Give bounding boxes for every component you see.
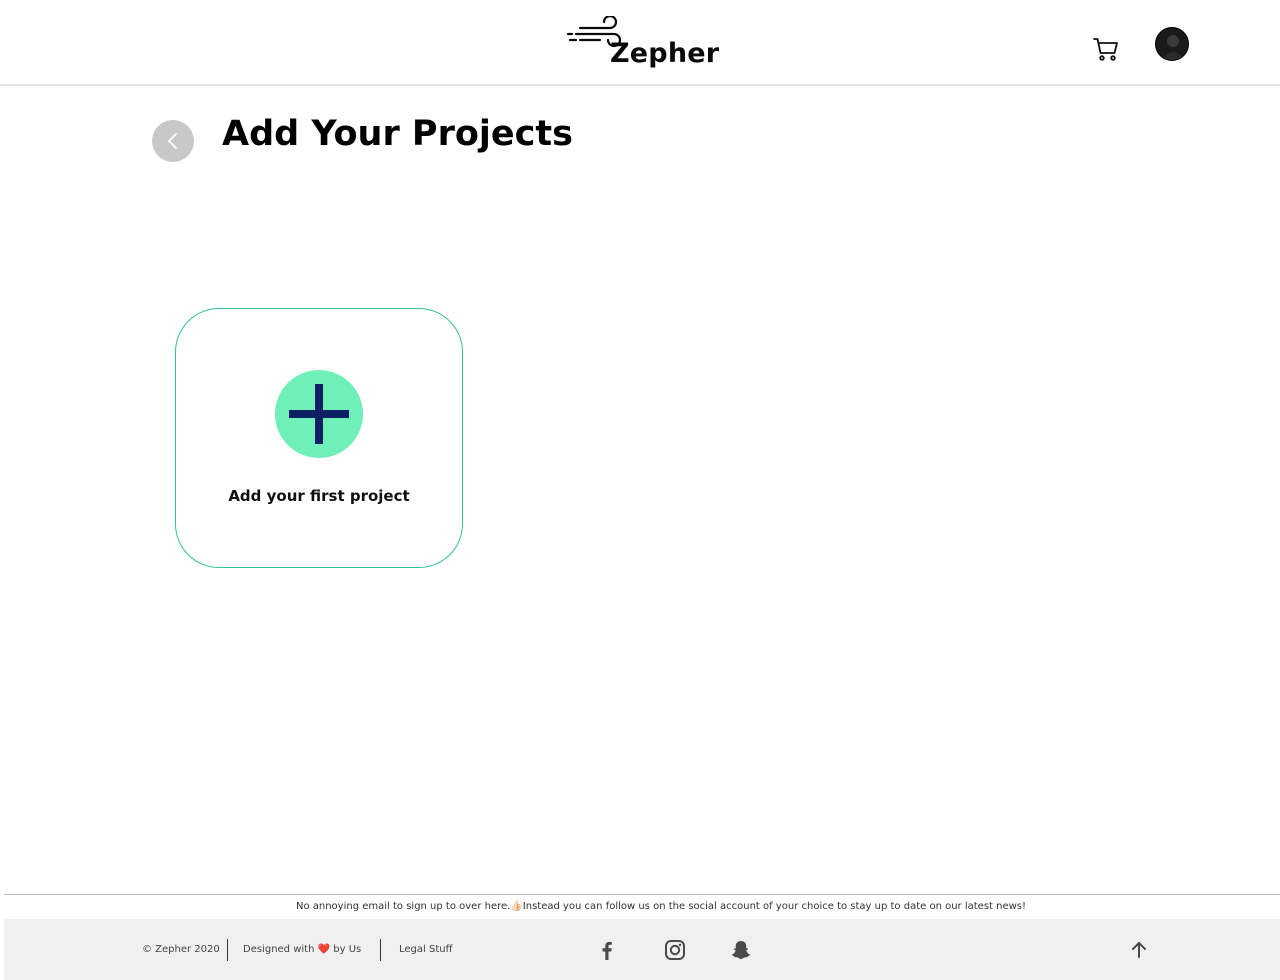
plus-icon[interactable] [275,370,363,458]
arrow-up-icon[interactable] [1128,939,1150,961]
header: Zepher [0,0,1280,86]
designed-prefix: Designed with [243,944,315,955]
chevron-left-icon [168,133,177,149]
footer-separator [227,939,228,961]
avatar[interactable] [1155,27,1189,61]
page-title: Add Your Projects [222,114,573,154]
facebook-icon[interactable] [596,939,618,961]
footer-bar: © Zepher 2020 Designed with ❤️ by Us Leg… [4,919,1280,980]
logo[interactable]: Zepher [566,16,720,72]
footer-separator [380,939,381,961]
cart-icon[interactable] [1092,36,1120,62]
logo-text: Zepher [610,38,720,69]
footer-note: No annoying email to sign up to over her… [295,901,1027,912]
footer-divider [4,894,1280,895]
back-button[interactable] [152,120,194,162]
designed-suffix: by Us [333,944,362,955]
copyright: © Zepher 2020 [142,944,220,955]
instagram-icon[interactable] [664,939,686,961]
designed-with: Designed with ❤️ by Us [243,944,361,955]
legal-link[interactable]: Legal Stuff [399,944,452,955]
heart-icon: ❤️ [317,944,331,955]
snapchat-icon[interactable] [730,939,752,961]
add-project-label: Add your first project [228,487,410,505]
add-project-card[interactable]: Add your first project [175,308,463,568]
page: Zepher Add Your Projects Add your first … [0,0,1280,980]
avatar-icon [1162,35,1184,60]
